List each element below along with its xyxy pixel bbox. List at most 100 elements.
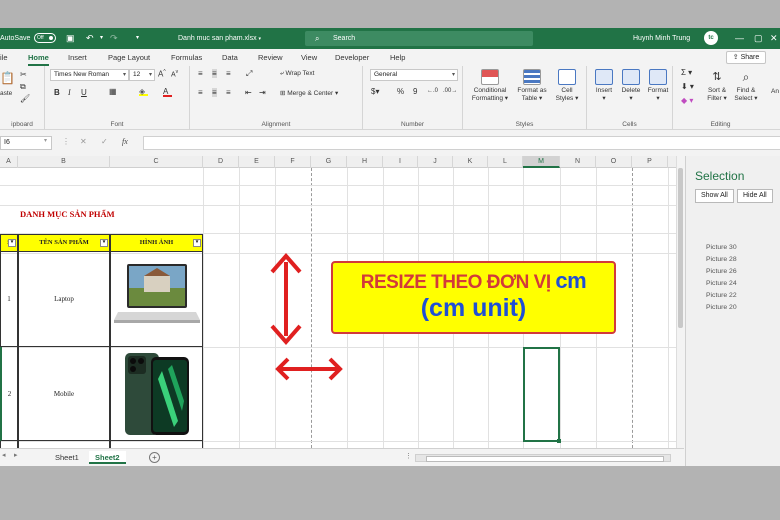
list-item[interactable]: Picture 30	[706, 242, 737, 254]
filter-dropdown-icon[interactable]: ▾	[8, 239, 16, 247]
user-name[interactable]: Huynh Minh Trung	[633, 28, 690, 49]
filter-dropdown-icon[interactable]: ▾	[193, 239, 201, 247]
analyze-button[interactable]: An	[771, 88, 779, 95]
mobile-image[interactable]	[122, 351, 192, 437]
merge-center-button[interactable]: ⊞ Merge & Center ▾	[280, 89, 338, 97]
column-header[interactable]: G	[311, 156, 347, 168]
column-header[interactable]: O	[596, 156, 632, 168]
tab-data[interactable]: Data	[222, 53, 238, 62]
tab-developer[interactable]: Developer	[335, 53, 369, 62]
orientation-icon[interactable]: ⤢	[246, 69, 252, 79]
align-bottom-icon[interactable]: ≡	[226, 69, 231, 78]
table-cell-image[interactable]	[110, 252, 203, 347]
increase-decimal-icon[interactable]: ←.0	[427, 88, 438, 94]
column-header[interactable]: E	[239, 156, 275, 168]
enter-icon[interactable]: ✓	[101, 137, 108, 146]
format-as-table-button[interactable]: Format as Table ▾	[514, 69, 550, 103]
avatar[interactable]: tc	[704, 31, 718, 45]
close-icon[interactable]: ✕	[770, 28, 778, 49]
align-right-icon[interactable]: ≡	[226, 88, 231, 97]
hide-all-button[interactable]: Hide All	[737, 189, 773, 203]
column-header[interactable]: H	[347, 156, 383, 168]
column-header[interactable]: K	[453, 156, 488, 168]
column-header[interactable]: C	[110, 156, 203, 168]
bold-icon[interactable]: B	[54, 88, 60, 97]
save-icon[interactable]: ▣	[66, 28, 75, 49]
insert-cells-button[interactable]: Insert ▾	[591, 69, 617, 103]
search-box[interactable]: ⌕ Search	[305, 31, 533, 46]
borders-icon[interactable]: ▦	[109, 87, 117, 96]
wrap-text-button[interactable]: ⤶ Wrap Text	[280, 70, 314, 78]
accounting-icon[interactable]: $▾	[371, 87, 379, 96]
conditional-formatting-button[interactable]: Conditional Formatting ▾	[468, 69, 512, 103]
increase-font-icon[interactable]: A^	[158, 69, 166, 79]
vertical-scrollbar[interactable]	[676, 156, 684, 448]
add-sheet-button[interactable]: +	[149, 452, 160, 463]
cancel-icon[interactable]: ✕	[80, 137, 87, 146]
tab-page-layout[interactable]: Page Layout	[108, 53, 150, 62]
tab-file[interactable]: ile	[0, 53, 8, 62]
next-sheet-icon[interactable]: ▸	[14, 451, 18, 459]
tab-formulas[interactable]: Formulas	[171, 53, 202, 62]
underline-icon[interactable]: U	[81, 88, 87, 97]
sheet-tab-sheet2[interactable]: Sheet2	[89, 451, 126, 464]
column-header[interactable]: A	[0, 156, 18, 168]
align-center-icon[interactable]: ≡	[212, 88, 217, 97]
list-item[interactable]: Picture 26	[706, 266, 737, 278]
customize-toolbar-icon[interactable]: ▾	[136, 28, 139, 49]
tab-help[interactable]: Help	[390, 53, 405, 62]
number-format-dropdown[interactable]: General	[370, 69, 458, 81]
undo-dropdown-icon[interactable]: ▾	[100, 28, 103, 49]
table-cell-name[interactable]	[18, 441, 110, 448]
list-item[interactable]: Picture 20	[706, 302, 737, 314]
resize-banner[interactable]: RESIZE THEO ĐƠN VỊ cm (cm unit)	[331, 261, 616, 334]
table-cell-image[interactable]	[110, 441, 203, 448]
italic-icon[interactable]: I	[68, 88, 71, 97]
decrease-font-icon[interactable]: Av	[171, 69, 178, 78]
table-cell-image[interactable]	[110, 347, 203, 441]
column-header[interactable]: I	[383, 156, 418, 168]
horizontal-scrollbar[interactable]	[415, 454, 671, 462]
clear-icon[interactable]: ◆ ▾	[681, 96, 693, 105]
font-name-dropdown[interactable]: Times New Roman	[50, 69, 129, 81]
column-header[interactable]: D	[203, 156, 239, 168]
filter-dropdown-icon[interactable]: ▾	[100, 239, 108, 247]
tab-insert[interactable]: Insert	[68, 53, 87, 62]
percent-icon[interactable]: %	[397, 87, 404, 96]
decrease-decimal-icon[interactable]: .00→	[443, 88, 457, 94]
list-item[interactable]: Picture 22	[706, 290, 737, 302]
table-cell-no[interactable]: 1	[0, 252, 18, 347]
font-color-icon[interactable]: A	[163, 87, 172, 97]
paste-icon[interactable]: 📋	[0, 71, 15, 85]
table-cell-no[interactable]	[0, 441, 18, 448]
minimize-icon[interactable]: —	[735, 28, 744, 49]
formula-input[interactable]	[143, 136, 780, 150]
cell-styles-button[interactable]: Cell Styles ▾	[551, 69, 583, 103]
fill-color-icon[interactable]: ◈	[139, 87, 148, 96]
increase-indent-icon[interactable]: ⇥	[259, 88, 266, 97]
format-cells-button[interactable]: Format ▾	[644, 69, 672, 103]
more-options-icon[interactable]: ⋮	[405, 452, 412, 460]
laptop-image[interactable]	[113, 262, 200, 336]
tab-review[interactable]: Review	[258, 53, 283, 62]
sort-filter-button[interactable]: ⇅ Sort & Filter ▾	[703, 69, 731, 103]
show-all-button[interactable]: Show All	[695, 189, 734, 203]
insert-function-icon[interactable]: fx	[122, 137, 128, 146]
autosave-toggle[interactable]: Off	[34, 33, 56, 43]
align-top-icon[interactable]: ≡	[198, 69, 203, 78]
column-header[interactable]: F	[275, 156, 311, 168]
column-header[interactable]: J	[418, 156, 453, 168]
find-select-button[interactable]: ⌕ Find & Select ▾	[731, 69, 761, 103]
cut-icon[interactable]: ✂	[20, 70, 27, 79]
list-item[interactable]: Picture 28	[706, 254, 737, 266]
sheet-tab-sheet1[interactable]: Sheet1	[49, 451, 85, 464]
share-button[interactable]: ⇪ Share	[726, 51, 766, 64]
list-item[interactable]: Picture 24	[706, 278, 737, 290]
delete-cells-button[interactable]: Delete ▾	[618, 69, 644, 103]
table-cell-no[interactable]: 2	[0, 347, 18, 441]
name-box-dropdown-icon[interactable]: ▾	[44, 137, 47, 144]
undo-icon[interactable]: ↶	[86, 28, 94, 49]
copy-icon[interactable]: ⧉	[20, 82, 26, 92]
format-painter-icon[interactable]: 🖌	[20, 94, 30, 103]
column-header[interactable]: P	[632, 156, 668, 168]
